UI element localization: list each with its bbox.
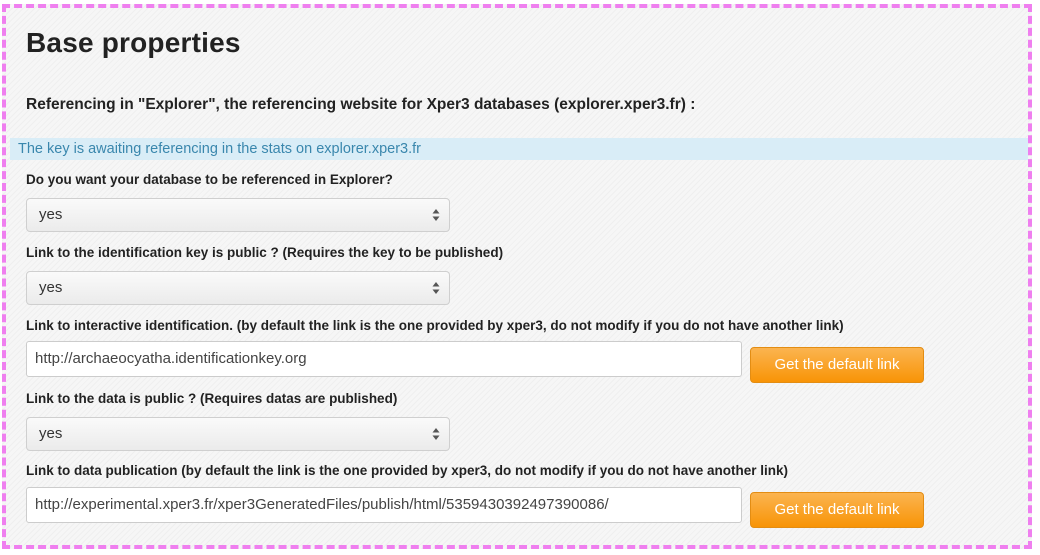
data-default-link-button[interactable]: Get the default link: [750, 492, 924, 528]
page-title: Base properties: [26, 27, 241, 58]
referenced-label: Do you want your database to be referenc…: [26, 172, 393, 187]
referencing-status-alert: The key is awaiting referencing in the s…: [10, 138, 1028, 160]
explorer-referencing-heading: Referencing in "Explorer", the referenci…: [26, 96, 696, 113]
base-properties-panel: Base properties Referencing in "Explorer…: [10, 26, 1028, 528]
data-link-input[interactable]: http://experimental.xper3.fr/xper3Genera…: [26, 487, 742, 523]
data-public-select[interactable]: yes: [26, 417, 450, 451]
key-public-select-value: yes: [39, 279, 63, 296]
interactive-link-label: Link to interactive identification. (by …: [26, 318, 844, 333]
up-down-arrows-icon: [432, 208, 440, 222]
page-frame: Base properties Referencing in "Explorer…: [2, 4, 1032, 549]
referenced-select[interactable]: yes: [26, 198, 450, 232]
interactive-default-link-button[interactable]: Get the default link: [750, 347, 924, 383]
referenced-select-value: yes: [39, 206, 63, 223]
key-public-select[interactable]: yes: [26, 271, 450, 305]
key-public-label: Link to the identification key is public…: [26, 245, 504, 260]
up-down-arrows-icon: [432, 427, 440, 441]
data-link-label: Link to data publication (by default the…: [26, 463, 789, 478]
data-public-label: Link to the data is public ? (Requires d…: [26, 391, 398, 406]
data-public-select-value: yes: [39, 425, 63, 442]
up-down-arrows-icon: [432, 281, 440, 295]
interactive-link-input[interactable]: http://archaeocyatha.identificationkey.o…: [26, 341, 742, 377]
